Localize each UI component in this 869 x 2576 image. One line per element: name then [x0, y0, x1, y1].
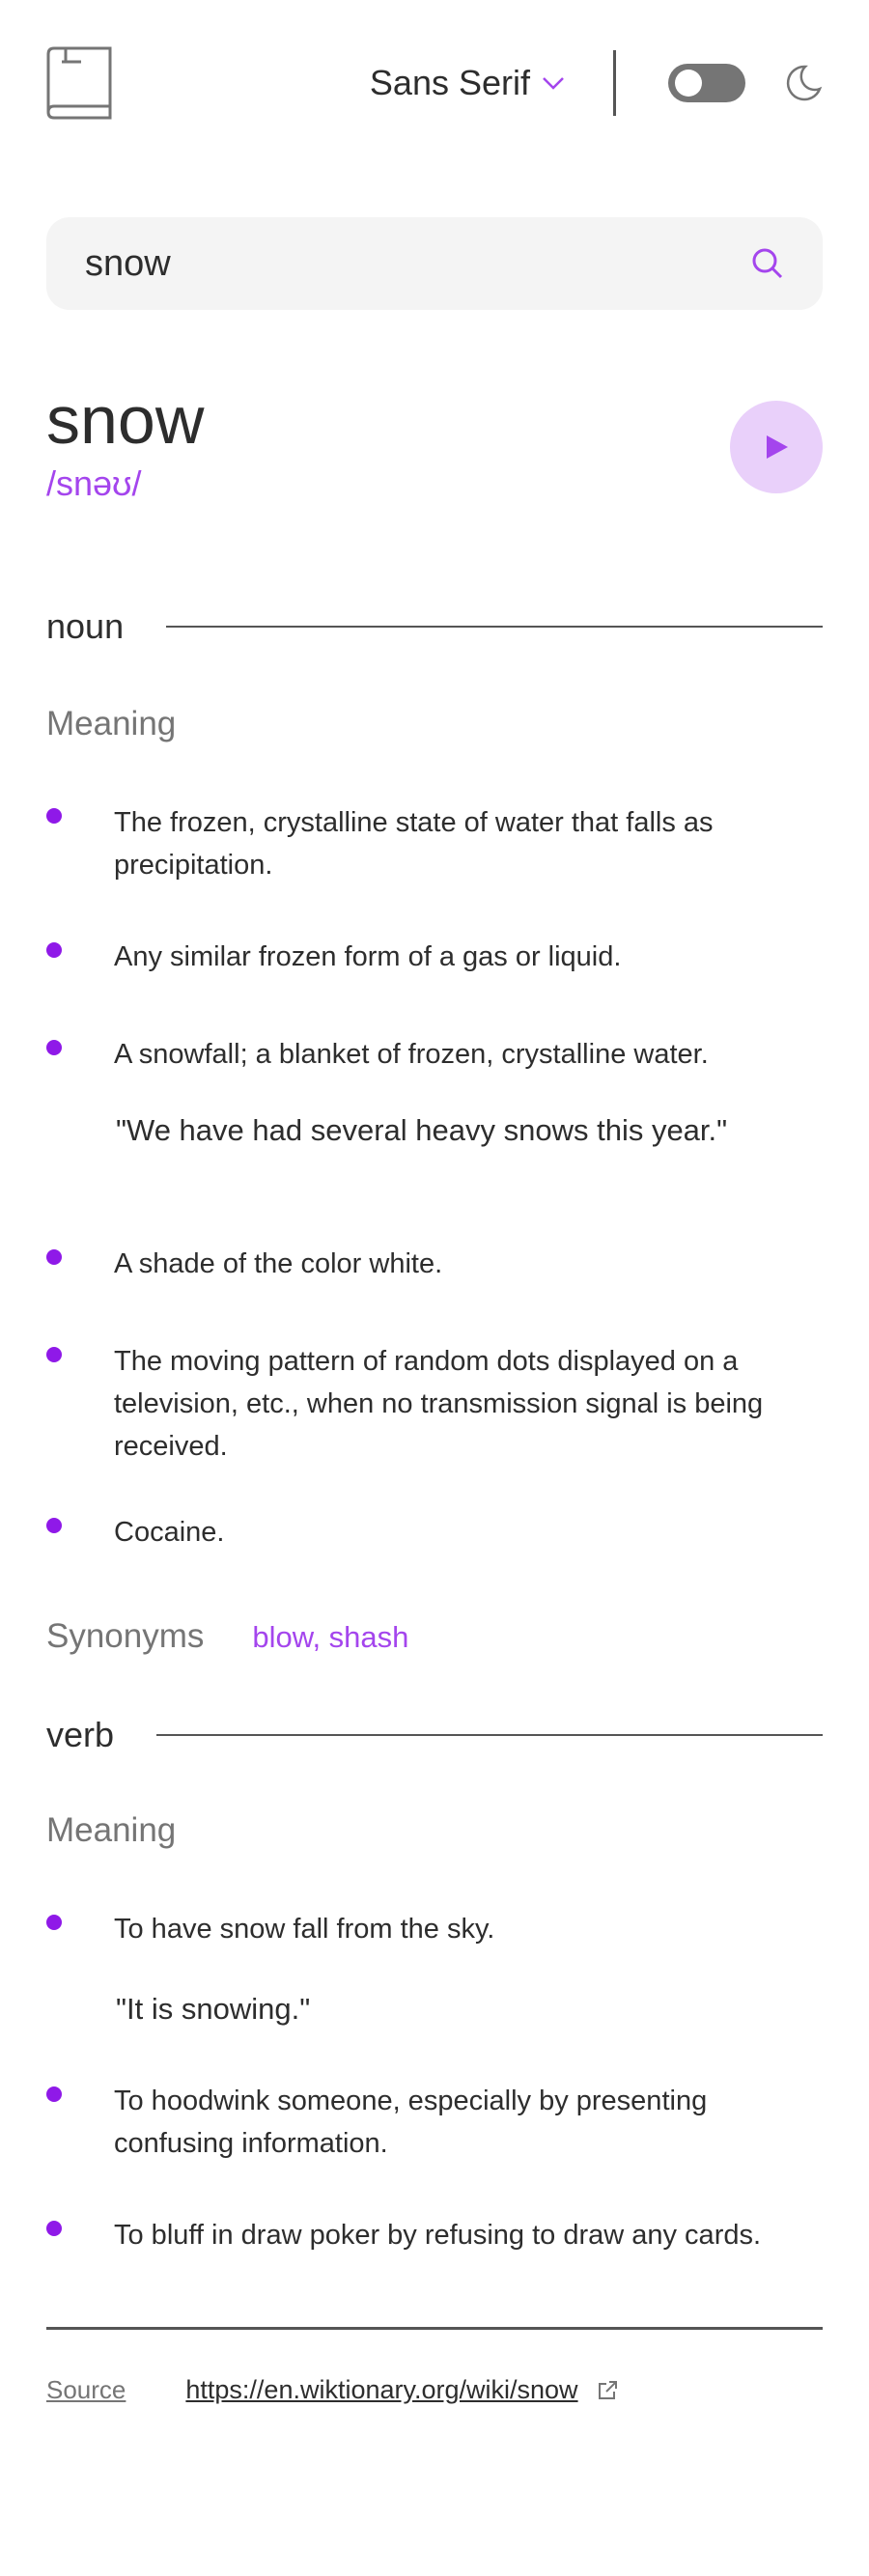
- definition-bullet: [46, 1518, 62, 1533]
- synonyms-links[interactable]: blow, shash: [252, 1620, 408, 1655]
- definition-text: To hoodwink someone, especially by prese…: [114, 2086, 708, 2159]
- definition-bullet: [46, 2221, 62, 2236]
- source-link[interactable]: https://en.wiktionary.org/wiki/snow: [185, 2375, 577, 2405]
- part-of-speech: verb: [46, 1715, 115, 1754]
- play-icon: [767, 435, 788, 459]
- definition-text: To have snow fall from the sky.: [114, 1914, 495, 1945]
- chevron-down-icon: [543, 77, 564, 90]
- definition-text: A snowfall; a blanket of frozen, crystal…: [114, 1039, 709, 1070]
- part-of-speech: noun: [46, 606, 125, 646]
- definition-text: The moving pattern of random dots displa…: [114, 1346, 764, 1462]
- header-divider: [613, 50, 616, 116]
- word-phonetic: /snəʊ/: [46, 463, 142, 503]
- synonyms-row: Synonyms blow, shash: [46, 1617, 408, 1656]
- definition-bullet: [46, 808, 62, 824]
- pos-row-noun: noun: [46, 606, 823, 647]
- definition-text: A shade of the color white.: [114, 1248, 443, 1279]
- search-icon[interactable]: [751, 247, 784, 280]
- footer-divider: [46, 2327, 823, 2330]
- pos-divider: [166, 626, 823, 628]
- theme-toggle[interactable]: [668, 64, 745, 102]
- definition-bullet: [46, 1915, 62, 1930]
- meaning-heading: Meaning: [46, 705, 177, 742]
- source-row: Source https://en.wiktionary.org/wiki/sn…: [46, 2375, 619, 2405]
- book-icon[interactable]: [46, 46, 112, 120]
- external-link-icon[interactable]: [596, 2379, 619, 2402]
- header-controls: Sans Serif: [370, 50, 823, 116]
- definition-example: "It is snowing.": [116, 1992, 311, 2026]
- definition-bullet: [46, 1040, 62, 1055]
- definition-text: Any similar frozen form of a gas or liqu…: [114, 941, 622, 972]
- definition-text: To bluff in draw poker by refusing to dr…: [114, 2220, 762, 2251]
- word-title: snow: [46, 382, 205, 458]
- definition-text: Cocaine.: [114, 1517, 225, 1548]
- search-bar: [46, 217, 823, 310]
- definition-text: The frozen, crystalline state of water t…: [114, 807, 714, 881]
- header: Sans Serif: [46, 46, 823, 120]
- synonyms-label: Synonyms: [46, 1617, 205, 1655]
- definition-bullet: [46, 1347, 62, 1362]
- definition-bullet: [46, 2086, 62, 2102]
- moon-icon: [786, 65, 823, 101]
- definition-example: "We have had several heavy snows this ye…: [116, 1113, 728, 1147]
- definition-bullet: [46, 942, 62, 958]
- definition-bullet: [46, 1249, 62, 1265]
- font-selector[interactable]: Sans Serif: [370, 63, 565, 103]
- dictionary-page: Sans Serif snow /snəʊ/: [0, 0, 869, 2576]
- font-selector-label: Sans Serif: [369, 63, 530, 102]
- pos-divider: [156, 1734, 823, 1736]
- pos-row-verb: verb: [46, 1715, 823, 1755]
- source-label: Source: [46, 2375, 126, 2404]
- meaning-heading: Meaning: [46, 1811, 177, 1849]
- theme-toggle-knob: [675, 70, 702, 97]
- play-button[interactable]: [730, 401, 823, 493]
- search-input[interactable]: [85, 242, 751, 285]
